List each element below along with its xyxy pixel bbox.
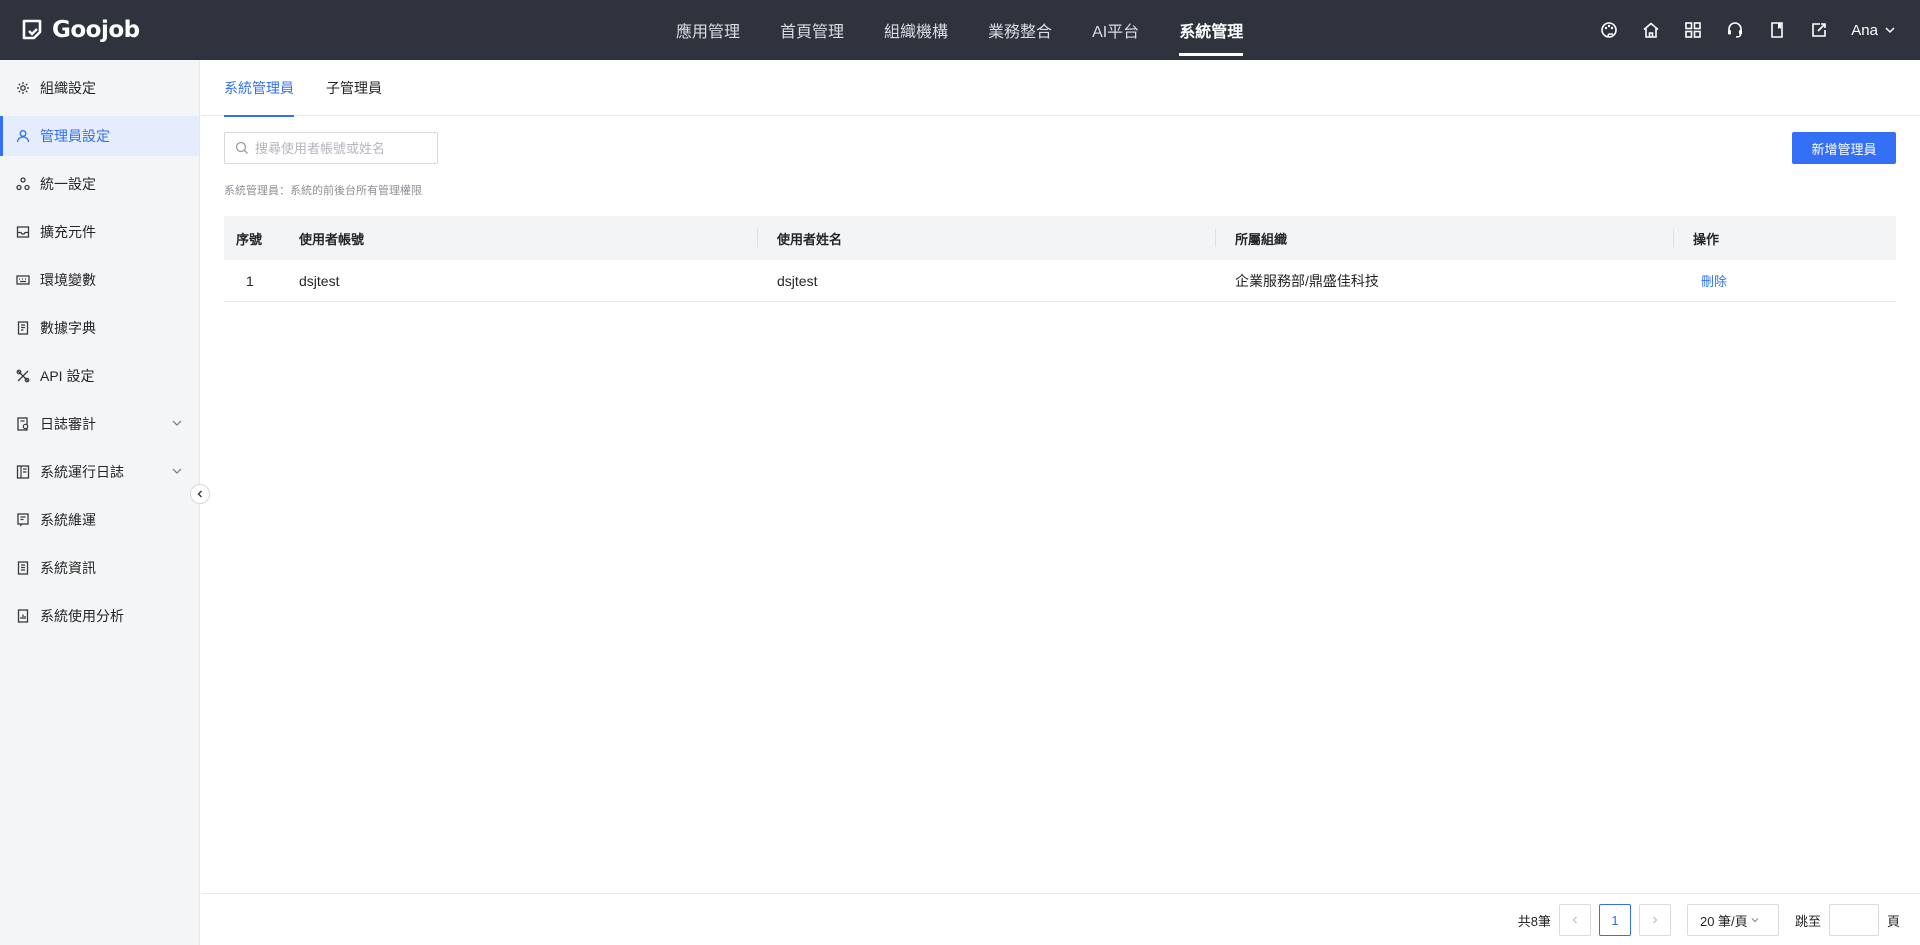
chevron-left-icon [1572, 916, 1577, 924]
nav-homepage-management[interactable]: 首頁管理 [760, 0, 864, 60]
audit-icon [17, 417, 29, 431]
cell-account: dsjtest [299, 272, 340, 289]
doc-icon [17, 321, 29, 335]
chevron-down-icon [172, 468, 182, 474]
delete-link[interactable]: 刪除 [1693, 271, 1727, 290]
page-size-value: 20 筆/頁 [1699, 913, 1748, 929]
logo-mark-icon [22, 19, 42, 40]
jump-label: 跳至 [1794, 913, 1821, 929]
sidebar-item-label: 系統維運 [40, 512, 96, 528]
sidebar-item-label: 系統使用分析 [40, 608, 124, 624]
top-actions: Ana [1599, 0, 1896, 60]
page-size-select[interactable]: 20 筆/頁 [1686, 904, 1779, 936]
sidebar-item-label: API 設定 [40, 368, 95, 384]
sidebar-item-extensions[interactable]: 擴充元件 [0, 212, 199, 252]
sidebar-item-unified-settings[interactable]: 統一設定 [0, 164, 199, 204]
nav-system-management[interactable]: 系統管理 [1159, 0, 1263, 60]
tab-system-admin[interactable]: 系統管理員 [224, 60, 294, 117]
chevron-left-icon [197, 490, 202, 498]
sidebar: 組織設定 管理員設定 統一設定 擴充元件 環境變數 數據字典 API 設定 日誌… [0, 60, 200, 945]
tab-sub-admin[interactable]: 子管理員 [326, 60, 382, 116]
sidebar-item-system-ops[interactable]: 系統維運 [0, 500, 199, 540]
column-header-account: 使用者帳號 [299, 231, 365, 247]
log-icon [16, 465, 30, 479]
sidebar-item-data-dictionary[interactable]: 數據字典 [0, 308, 199, 348]
column-header-name: 使用者姓名 [757, 216, 1215, 260]
column-header-action: 操作 [1673, 216, 1896, 260]
apps-grid-icon[interactable] [1683, 20, 1703, 40]
admin-permission-hint: 系統管理員：系統的前後台所有管理權限 [224, 185, 422, 197]
chevron-down-icon [172, 420, 182, 426]
chevron-right-icon [1653, 916, 1658, 924]
sidebar-item-usage-analysis[interactable]: 系統使用分析 [0, 596, 199, 636]
sidebar-item-env-vars[interactable]: 環境變數 [0, 260, 199, 300]
user-icon [16, 130, 30, 143]
sidebar-item-org-settings[interactable]: 組織設定 [0, 68, 199, 108]
column-header-no: 序號 [236, 231, 263, 247]
sidebar-item-system-info[interactable]: 系統資訊 [0, 548, 199, 588]
cell-org: 企業服務部/鼎盛佳科技 [1235, 272, 1379, 289]
nav-app-management[interactable]: 應用管理 [656, 0, 760, 60]
chevron-down-icon [1885, 27, 1895, 34]
search-box [224, 132, 438, 164]
admin-table: 序號 使用者帳號 使用者姓名 所屬組織 操作 1 dsjtest dsjtest… [224, 216, 1896, 302]
table-row: 1 dsjtest dsjtest 企業服務部/鼎盛佳科技 刪除 [224, 260, 1896, 302]
sidebar-item-label: 數據字典 [40, 320, 96, 336]
export-icon[interactable] [1809, 20, 1829, 40]
sidebar-item-label: 統一設定 [40, 176, 96, 192]
search-icon [235, 141, 248, 154]
chevron-down-icon [1751, 918, 1759, 923]
info-doc-icon [17, 561, 29, 575]
user-menu[interactable]: Ana [1851, 22, 1896, 39]
sidebar-item-admin-settings[interactable]: 管理員設定 [0, 116, 199, 156]
user-name: Ana [1851, 21, 1878, 39]
sidebar-item-api-settings[interactable]: API 設定 [0, 356, 199, 396]
sidebar-item-label: 環境變數 [40, 272, 96, 288]
palette-icon[interactable] [1599, 20, 1619, 40]
nav-ai-platform[interactable]: AI平台 [1072, 0, 1159, 60]
sidebar-item-log-audit[interactable]: 日誌審計 [0, 404, 199, 444]
goojob-logo[interactable]: Goojob [22, 14, 140, 46]
sidebar-item-label: 系統資訊 [40, 560, 96, 576]
cell-action: 刪除 [1673, 260, 1896, 301]
page-number-button[interactable]: 1 [1598, 904, 1631, 936]
sidebar-item-label: 管理員設定 [40, 128, 110, 144]
top-nav: 應用管理 首頁管理 組織機構 業務整合 AI平台 系統管理 [656, 0, 1263, 60]
search-input[interactable] [255, 140, 425, 156]
sidebar-item-label: 日誌審計 [40, 416, 96, 432]
sidebar-item-runtime-log[interactable]: 系統運行日誌 [0, 452, 199, 492]
book-icon[interactable] [1767, 20, 1787, 40]
sidebar-item-label: 系統運行日誌 [40, 464, 124, 480]
cell-name: dsjtest [777, 272, 818, 289]
jump-page-input[interactable] [1828, 904, 1879, 936]
next-page-button[interactable] [1638, 904, 1671, 936]
admin-tabs: 系統管理員 子管理員 [201, 60, 1920, 117]
top-navigation-bar: Goojob 應用管理 首頁管理 組織機構 業務整合 AI平台 系統管理 Ana [0, 0, 1920, 60]
inbox-icon [16, 226, 30, 238]
prev-page-button[interactable] [1558, 904, 1591, 936]
main-content: 系統管理員 子管理員 新增管理員 系統管理員：系統的前後台所有管理權限 序號 使… [201, 60, 1920, 945]
jump-suffix: 頁 [1886, 913, 1900, 929]
sidebar-item-label: 擴充元件 [40, 224, 96, 240]
pagination: 共8筆 1 20 筆/頁 跳至 頁 [1518, 904, 1900, 936]
sidebar-item-label: 組織設定 [40, 80, 96, 96]
api-icon [16, 369, 30, 383]
column-header-org: 所屬組織 [1215, 216, 1673, 260]
cluster-icon [16, 177, 30, 191]
logo-text: Goojob [52, 17, 140, 43]
cell-no: 1 [246, 272, 254, 289]
total-count: 共8筆 [1517, 913, 1551, 929]
add-admin-button[interactable]: 新增管理員 [1792, 132, 1896, 164]
gear-icon [17, 82, 29, 94]
ops-icon [17, 513, 29, 527]
nav-organization[interactable]: 組織機構 [864, 0, 968, 60]
nav-business-integration[interactable]: 業務整合 [968, 0, 1072, 60]
keyboard-icon [16, 275, 30, 285]
home-icon[interactable] [1641, 20, 1661, 40]
pagination-footer: 共8筆 1 20 筆/頁 跳至 頁 [201, 893, 1920, 945]
headset-icon[interactable] [1725, 20, 1745, 40]
sidebar-collapse-button[interactable] [190, 484, 210, 504]
table-header: 序號 使用者帳號 使用者姓名 所屬組織 操作 [224, 216, 1896, 260]
analysis-icon [17, 609, 29, 623]
